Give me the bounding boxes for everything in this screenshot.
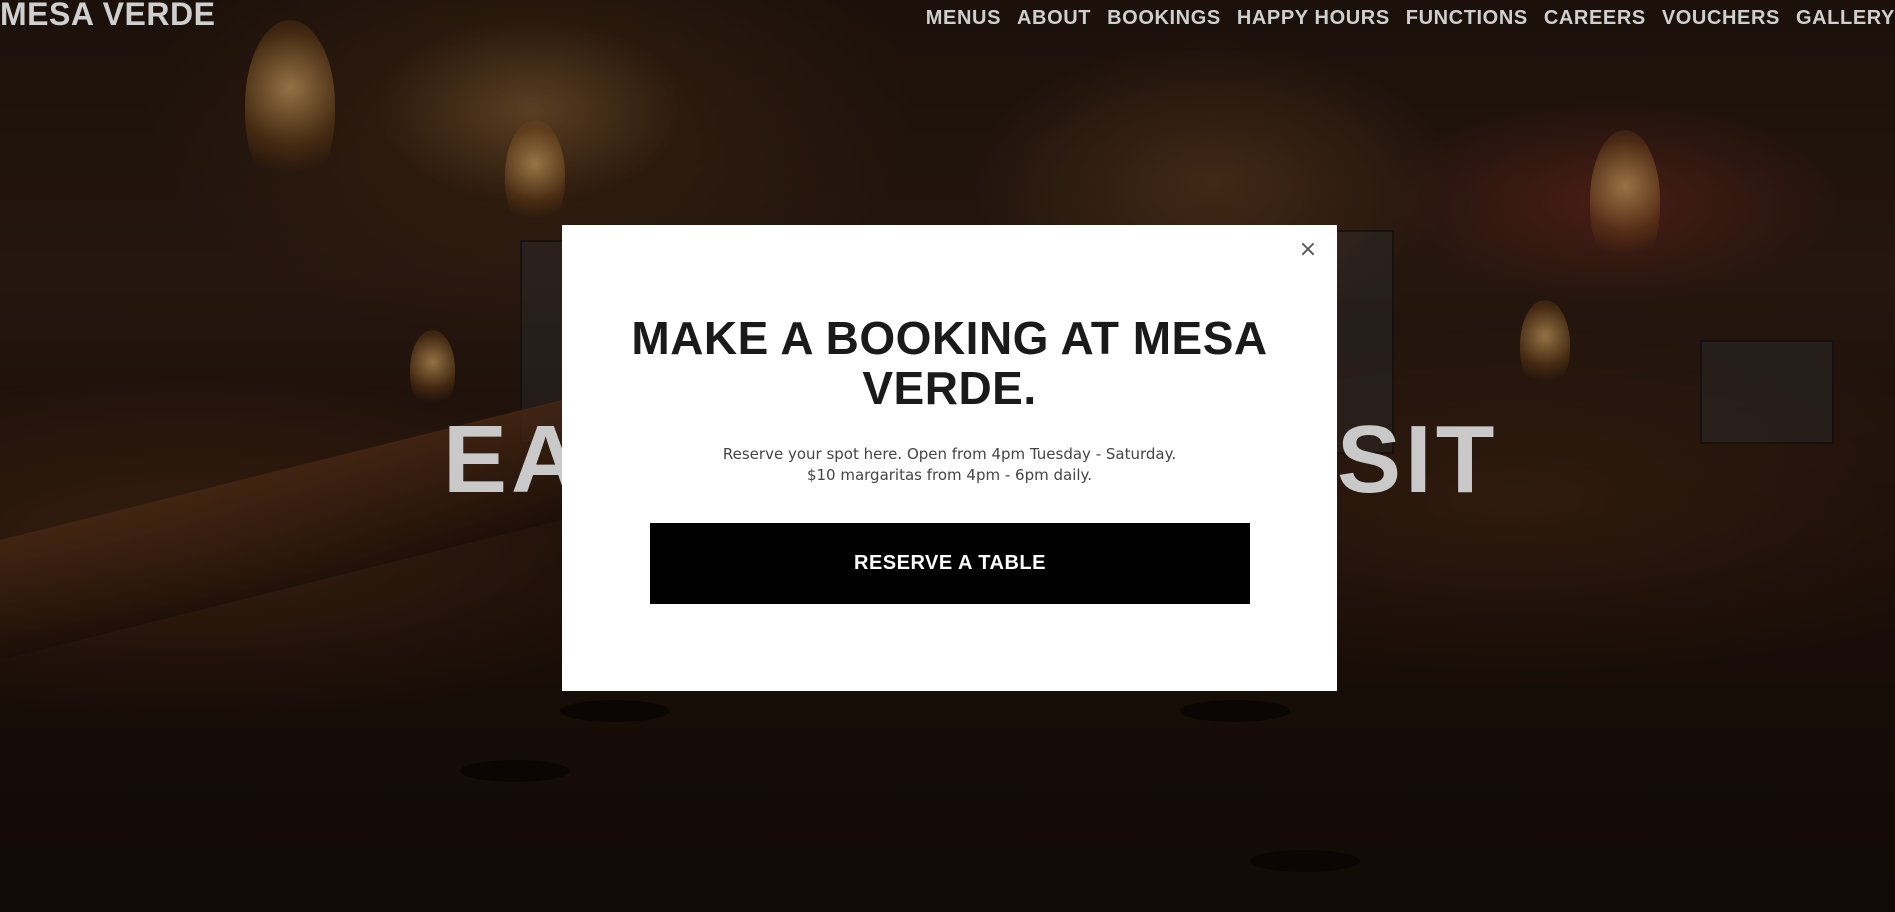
nav-item-bookings[interactable]: BOOKINGS <box>1107 4 1221 32</box>
booking-modal: × MAKE A BOOKING AT MESA VERDE. Reserve … <box>562 225 1337 691</box>
reserve-table-button[interactable]: RESERVE A TABLE <box>650 523 1250 604</box>
close-icon[interactable]: × <box>1295 237 1321 263</box>
nav-item-vouchers[interactable]: VOUCHERS <box>1662 4 1780 32</box>
modal-description-line-2: $10 margaritas from 4pm - 6pm daily. <box>806 466 1093 484</box>
hero-title-right: SIT <box>1337 406 1499 513</box>
nav-item-careers[interactable]: CAREERS <box>1544 4 1646 32</box>
modal-title: MAKE A BOOKING AT MESA VERDE. <box>631 312 1268 414</box>
nav-item-about[interactable]: ABOUT <box>1017 4 1091 32</box>
nav-item-happy-hours[interactable]: HAPPY HOURS <box>1237 4 1390 32</box>
nav-item-gallery[interactable]: GALLERY <box>1796 4 1895 32</box>
modal-description: Reserve your spot here. Open from 4pm Tu… <box>622 444 1277 486</box>
nav-item-functions[interactable]: FUNCTIONS <box>1406 4 1528 32</box>
main-nav: MENUS ABOUT BOOKINGS HAPPY HOURS FUNCTIO… <box>926 4 1895 32</box>
nav-item-menus[interactable]: MENUS <box>926 4 1001 32</box>
modal-description-line-1: Reserve your spot here. Open from 4pm Tu… <box>722 445 1177 463</box>
page: MESA VERDE MENUS ABOUT BOOKINGS HAPPY HO… <box>0 0 1895 912</box>
site-logo[interactable]: MESA VERDE <box>0 0 215 32</box>
